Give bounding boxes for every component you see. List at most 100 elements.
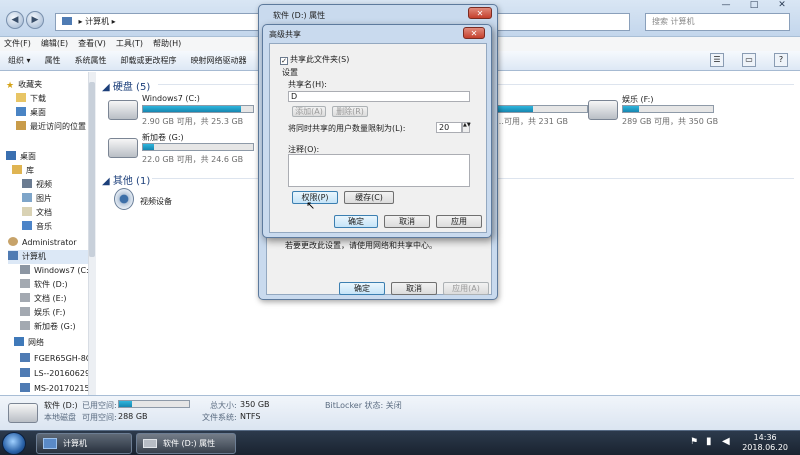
network-center-hint[interactable]: 若要更改此设置，请使用网络和共享中心。 [285, 240, 437, 251]
collapse-icon: ◢ [102, 176, 113, 187]
menu-file[interactable]: 文件(F) [4, 37, 31, 51]
volume-icon[interactable]: ◀ [722, 436, 730, 447]
drive-free-text: 2.90 GB 可用，共 25.3 GB [142, 117, 244, 126]
advanced-sharing-title: 高级共享 [269, 30, 301, 39]
video-device-item[interactable]: 视频设备 [110, 188, 200, 216]
recent-places-icon [16, 121, 26, 130]
properties-close-button[interactable]: ✕ [468, 7, 492, 19]
nav-scrollbar-thumb[interactable] [89, 82, 95, 257]
nav-favorites[interactable]: ★ 收藏夹 [6, 78, 94, 92]
drive-icon [20, 293, 30, 302]
settings-label: 设置 [282, 68, 298, 77]
other-header[interactable]: ◢ 其他 (1) [102, 172, 150, 187]
caching-button[interactable]: 缓存(C) [344, 191, 394, 204]
drive-icon [20, 307, 30, 316]
windows-drive-icon [108, 100, 138, 120]
network-icon [14, 337, 24, 346]
taskbar-properties-label: 软件 (D:) 属性 [163, 439, 216, 448]
nav-desktop[interactable]: 桌面 [6, 150, 94, 164]
menu-help[interactable]: 帮助(H) [153, 37, 181, 51]
properties-button[interactable]: 属性 [45, 51, 61, 70]
star-icon: ★ [6, 81, 15, 91]
flag-icon[interactable]: ⚑ [690, 437, 698, 447]
drive-usage-fill [497, 106, 533, 112]
computer-icon [8, 251, 18, 260]
clock[interactable]: 14:36 2018.06.20 [742, 433, 788, 453]
details-drive-type: 本地磁盘 [44, 413, 76, 422]
drive-name: 娱乐 (F:) [622, 95, 654, 104]
view-options-icon[interactable]: ☰ [710, 53, 724, 67]
props-ok-button[interactable]: 确定 [339, 282, 385, 295]
advanced-sharing-close-button[interactable]: ✕ [463, 27, 485, 39]
spinner-icon[interactable]: ▲▼ [462, 122, 471, 133]
drive-free-text: 22.0 GB 可用，共 24.6 GB [142, 155, 244, 164]
details-fs-value: NTFS [240, 412, 261, 421]
menu-edit[interactable]: 编辑(E) [41, 37, 68, 51]
hard-disks-header[interactable]: ◢ 硬盘 (5) [102, 78, 150, 93]
start-button[interactable] [2, 432, 26, 455]
adv-cancel-button[interactable]: 取消 [384, 215, 430, 228]
remove-share-button[interactable]: 删除(R) [332, 106, 368, 117]
preview-pane-icon[interactable]: ▭ [742, 53, 756, 67]
adv-ok-button[interactable]: 确定 [334, 215, 378, 228]
menu-tools[interactable]: 工具(T) [116, 37, 143, 51]
maximize-button[interactable]: □ [740, 0, 768, 12]
drive-tile-f[interactable]: 娱乐 (F:) 289 GB 可用，共 350 GB [588, 94, 738, 130]
checkmark-icon: ✓ [280, 57, 288, 65]
library-icon [12, 165, 22, 174]
nav-administrator[interactable]: Administrator [8, 236, 96, 250]
forward-button[interactable]: ▶ [26, 11, 44, 29]
nav-library[interactable]: 库 [12, 164, 100, 178]
close-button[interactable]: ✕ [768, 0, 796, 12]
share-name-input[interactable]: D [288, 91, 470, 102]
adv-apply-button[interactable]: 应用 [436, 215, 482, 228]
properties-dialog-title: 软件 (D:) 属性 [273, 11, 326, 20]
uninstall-button[interactable]: 卸载或更改程序 [121, 51, 177, 70]
nav-computer[interactable]: 计算机 [8, 250, 96, 264]
drive-usage-bar [496, 105, 588, 113]
download-folder-icon [16, 93, 26, 102]
collapse-icon: ◢ [102, 82, 113, 93]
share-folder-label: 共享此文件夹(S) [290, 55, 350, 64]
props-cancel-button[interactable]: 取消 [391, 282, 437, 295]
view-buttons: ☰ ▭ ? [710, 53, 788, 67]
drive-tile-e[interactable]: …可用，共 231 GB [496, 94, 596, 130]
drive-free-text: 289 GB 可用，共 350 GB [622, 117, 719, 126]
drive-tile-c[interactable]: Windows7 (C:) 2.90 GB 可用，共 25.3 GB [108, 94, 258, 130]
computer-icon [43, 438, 57, 449]
video-library-icon [22, 179, 32, 188]
taskbar: 计算机 软件 (D:) 属性 ⚑ ▮ ◀ 14:36 2018.06.20 [0, 430, 800, 455]
details-pane: 软件 (D:) 本地磁盘 已用空间: 可用空间: 288 GB 总大小: 350… [0, 395, 800, 430]
add-share-button[interactable]: 添加(A) [292, 106, 326, 117]
drive-usage-fill [143, 106, 241, 112]
network-computer-icon [20, 383, 30, 392]
props-apply-button[interactable]: 应用(A) [443, 282, 489, 295]
drive-icon [108, 138, 138, 158]
user-limit-input[interactable]: 20 [436, 122, 462, 133]
drive-tile-g[interactable]: 新加卷 (G:) 22.0 GB 可用，共 24.6 GB [108, 132, 258, 168]
taskbar-computer[interactable]: 计算机 [36, 433, 132, 454]
menu-view[interactable]: 查看(V) [78, 37, 106, 51]
video-device-label: 视频设备 [140, 197, 172, 206]
network-computer-icon [20, 353, 30, 362]
address-text: ▸ 计算机 ▸ [78, 17, 116, 26]
help-icon[interactable]: ? [774, 53, 788, 67]
drive-name: 新加卷 (G:) [142, 133, 184, 142]
details-free-label: 可用空间: [82, 413, 117, 422]
system-properties-button[interactable]: 系统属性 [75, 51, 107, 70]
clock-time: 14:36 [753, 433, 777, 442]
picture-library-icon [22, 193, 32, 202]
organize-button[interactable]: 组织 ▾ [8, 51, 31, 70]
drive-usage-fill [623, 106, 640, 112]
comment-textarea[interactable] [288, 154, 470, 187]
user-icon [8, 237, 18, 246]
map-drive-button[interactable]: 映射网络驱动器 [191, 51, 247, 70]
drive-usage-fill [143, 144, 154, 150]
network-tray-icon[interactable]: ▮ [706, 436, 712, 447]
share-folder-checkbox[interactable]: ✓ 共享此文件夹(S) [280, 54, 349, 65]
minimize-button[interactable]: — [712, 0, 740, 12]
search-input[interactable]: 搜索 计算机 [645, 13, 790, 31]
back-button[interactable]: ◀ [6, 11, 24, 29]
taskbar-properties[interactable]: 软件 (D:) 属性 [136, 433, 236, 454]
drive-usage-bar [622, 105, 714, 113]
